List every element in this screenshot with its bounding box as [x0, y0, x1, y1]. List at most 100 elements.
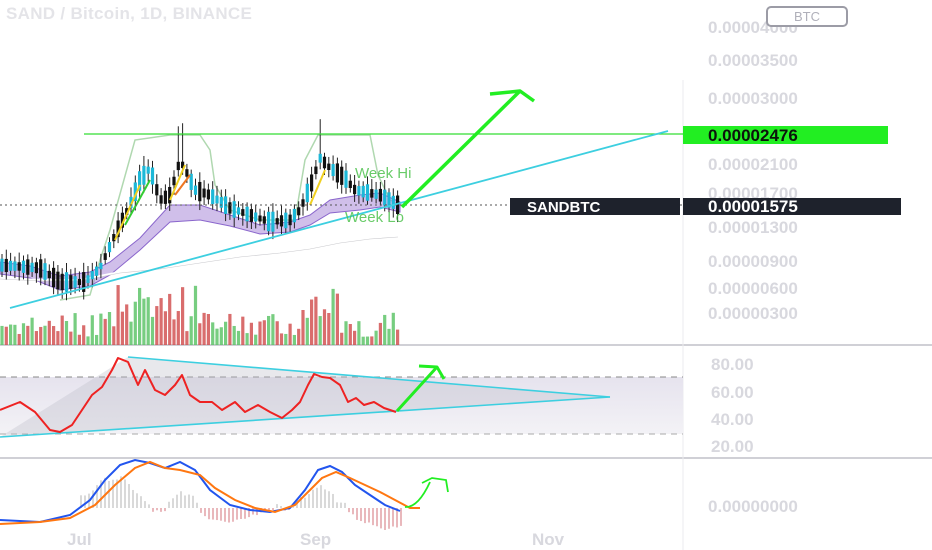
volume-bar [267, 315, 271, 345]
macd-histogram-bar [112, 479, 114, 508]
volume-bar [73, 313, 77, 345]
macd-histogram-bar [352, 508, 354, 515]
candle-body [301, 199, 305, 207]
volume-bar [365, 336, 370, 345]
candle-body [284, 212, 288, 229]
candle-body [297, 207, 301, 216]
macd-tick: 0.00000000 [708, 497, 798, 516]
price-tick: 0.00000900 [708, 252, 798, 271]
candle-body [34, 262, 38, 274]
macd-histogram-bar [144, 501, 146, 508]
volume-bar [314, 296, 318, 345]
macd-histogram-bar [372, 508, 374, 526]
candle-body [288, 214, 292, 226]
volume-bar [245, 333, 249, 345]
candle-body [163, 190, 167, 204]
volume-bar [279, 333, 284, 345]
volume-bar [357, 321, 361, 345]
volume-bar [206, 313, 210, 345]
volume-bar [344, 321, 348, 345]
volume-bar [21, 323, 26, 345]
candle-body [176, 161, 180, 171]
macd-histogram-bar [200, 508, 202, 513]
candle-body [219, 196, 223, 208]
rsi-tick: 60.00 [711, 383, 754, 402]
volume-bar [241, 316, 245, 345]
volume-bar [133, 301, 137, 345]
macd-histogram-bar [324, 489, 326, 508]
macd-histogram-bar [208, 508, 210, 520]
candle-body [279, 215, 284, 227]
macd-histogram-bar [276, 504, 278, 508]
candle-body [52, 267, 56, 288]
candle-body [348, 180, 352, 189]
volume-bar [189, 316, 193, 345]
volume-bar [116, 285, 120, 345]
candle-body [258, 215, 262, 222]
volume-bar [262, 320, 266, 345]
annotation-week-hi: Week Hi [355, 165, 411, 182]
macd-histogram-bar [364, 508, 366, 524]
rsi-tick: 80.00 [711, 355, 754, 374]
candle-body [30, 262, 34, 273]
macd-histogram-bar [356, 508, 358, 520]
candle-body [146, 166, 150, 174]
volume-bar [95, 334, 99, 345]
volume-bar [335, 293, 339, 345]
volume-bar [211, 322, 215, 345]
candle-body [0, 258, 4, 272]
candle-body [254, 212, 258, 222]
symbol-label: SANDBTC [527, 199, 600, 216]
candle-body [241, 209, 245, 216]
volume-bar [107, 312, 112, 345]
volume-bar [138, 287, 142, 345]
volume-bar [142, 298, 146, 345]
candle-body [77, 278, 81, 286]
macd-histogram-bar [312, 489, 314, 508]
candle-body [47, 270, 51, 279]
candle-body [142, 165, 146, 185]
volume-bar [193, 285, 198, 345]
candle-body [249, 209, 253, 222]
time-tick-jul: Jul [67, 530, 92, 549]
candle-body [21, 260, 26, 273]
macd-histogram-bar [132, 489, 134, 508]
time-tick-sep: Sep [300, 530, 331, 549]
volume-bar [129, 321, 133, 345]
macd-histogram-bar [316, 487, 318, 508]
candle-body [60, 273, 64, 291]
volume-bar [43, 325, 47, 345]
candle-body [4, 258, 8, 273]
currency-badge[interactable]: BTC [766, 6, 848, 27]
volume-bar [34, 331, 38, 345]
volume-bar [86, 336, 90, 345]
macd-histogram-bar [156, 508, 158, 511]
candle-body [245, 206, 249, 222]
volume-bar [249, 322, 253, 345]
macd-histogram-bar [220, 508, 222, 521]
macd-histogram-bar [184, 495, 186, 508]
volume-bar [219, 327, 223, 345]
support-trendline [9, 130, 669, 309]
macd-histogram-bar [232, 508, 234, 522]
macd-histogram-bar [140, 496, 142, 508]
candle-body [99, 262, 103, 270]
volume-bar [17, 333, 21, 345]
chart-canvas: Week Hi Week Lo 0.00004000 0.00003500 0.… [0, 18, 932, 550]
volume-bar [378, 322, 382, 345]
ma-segment [169, 164, 186, 201]
volume-bar [348, 324, 352, 345]
candle-body [262, 216, 266, 224]
volume-bar [77, 334, 81, 345]
volume-bar [159, 298, 163, 345]
volume-bar [331, 288, 335, 345]
volume-bar [56, 331, 60, 345]
volume-bar [47, 320, 51, 345]
candle-body [86, 275, 90, 284]
macd-histogram-bar [124, 479, 126, 508]
volume-bar [155, 306, 159, 345]
candle-body [267, 211, 271, 232]
macd-histogram-bar [84, 495, 86, 508]
volume-bar [172, 319, 176, 345]
candle-body [391, 195, 395, 209]
